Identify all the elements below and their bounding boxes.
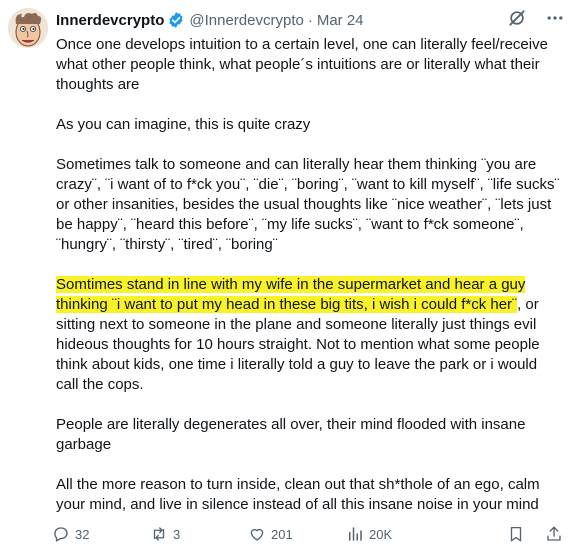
tweet-text: Once one develops intuition to a certain… [56, 35, 562, 535]
author-name[interactable]: Innerdevcrypto [56, 12, 164, 29]
reply-count: 32 [75, 526, 90, 542]
tweet-paragraph: As you can imagine, this is quite crazy [56, 116, 311, 133]
repost-icon [150, 525, 168, 543]
avatar[interactable] [8, 8, 48, 48]
bookmark-button[interactable] [507, 525, 525, 543]
tweet-paragraph-highlighted: Somtimes stand in line with my wife in t… [56, 275, 562, 395]
tweet-paragraph: People are literally degenerates all ove… [56, 416, 526, 453]
grok-icon[interactable] [507, 8, 527, 32]
like-button[interactable]: 201 [248, 525, 346, 543]
views-count: 20K [369, 526, 393, 542]
tweet-paragraph: Once one develops intuition to a certain… [56, 36, 548, 93]
highlighted-text: Somtimes stand in line with my wife in t… [56, 276, 526, 313]
more-icon[interactable] [545, 8, 565, 32]
like-icon [248, 525, 266, 543]
tweet-paragraph: All the more reason to turn inside, clea… [56, 476, 540, 513]
repost-count: 3 [173, 526, 181, 542]
reply-button[interactable]: 32 [52, 525, 150, 543]
verified-badge-icon [167, 11, 185, 29]
separator-dot: · [307, 11, 313, 29]
author-handle[interactable]: @Innerdevcrypto [189, 12, 303, 29]
views-button[interactable]: 20K [346, 525, 444, 543]
views-icon [346, 525, 364, 543]
like-count: 201 [271, 526, 293, 542]
tweet-paragraph: Sometimes talk to someone and can litera… [56, 156, 560, 253]
share-icon [545, 525, 563, 543]
repost-button[interactable]: 3 [150, 525, 248, 543]
bookmark-icon [507, 525, 525, 543]
action-bar: 32 3 201 20K [52, 522, 563, 546]
tweet-header: Innerdevcrypto @Innerdevcrypto · Mar 24 [56, 9, 565, 31]
share-button[interactable] [545, 525, 563, 543]
tweet-date[interactable]: Mar 24 [317, 12, 364, 29]
reply-icon [52, 525, 70, 543]
